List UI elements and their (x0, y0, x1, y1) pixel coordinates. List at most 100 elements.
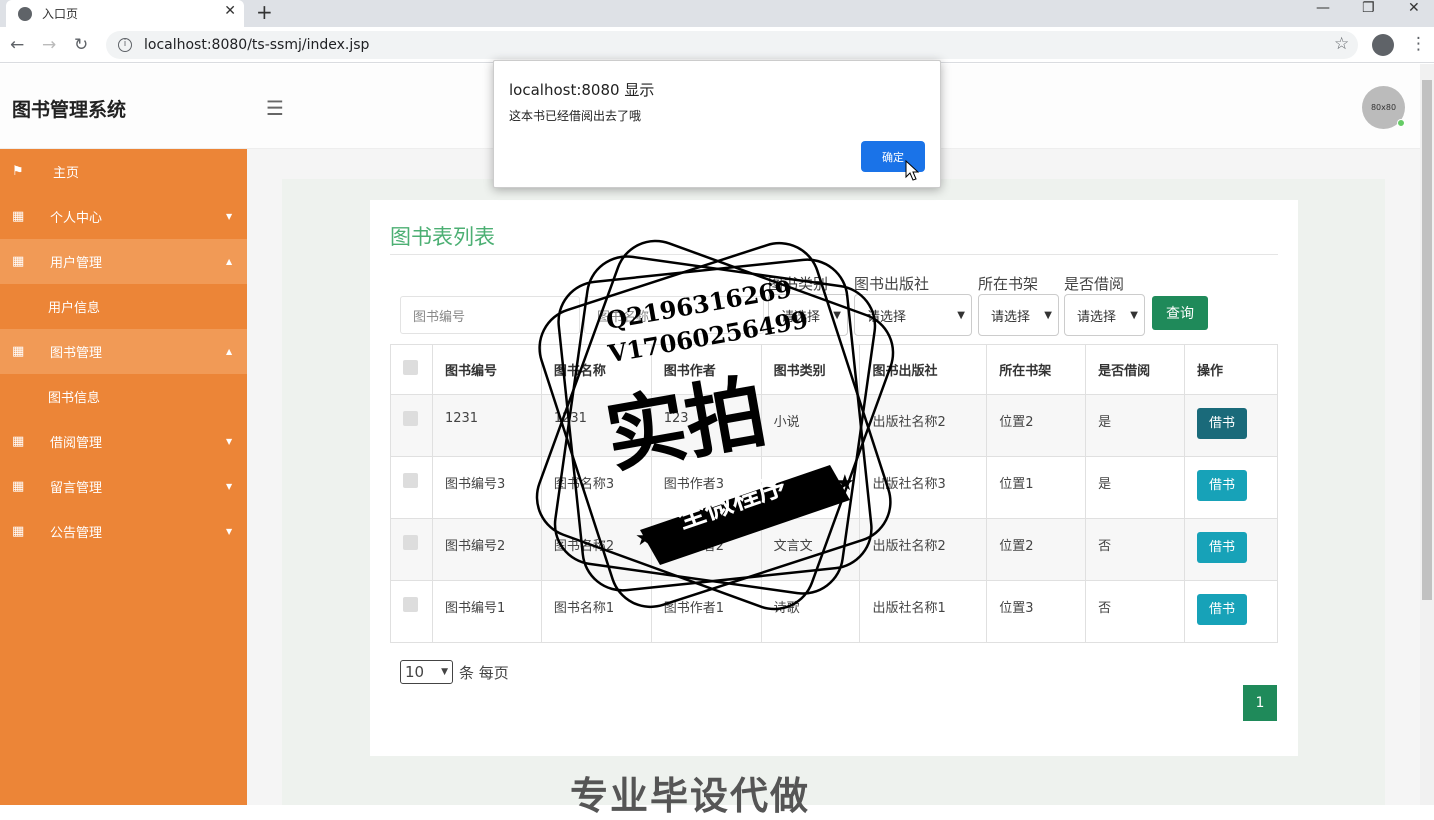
cell-borrowed: 是 (1085, 394, 1185, 457)
sidebar-item-label: 用户管理 (50, 256, 103, 271)
cell-shelf: 位置2 (986, 394, 1087, 457)
row-checkbox[interactable] (403, 411, 418, 426)
select-value: 请选择 (991, 309, 1031, 325)
cell-borrowed: 否 (1085, 580, 1185, 643)
column-header: 是否借阅 (1085, 344, 1185, 395)
cell-borrowed: 是 (1085, 456, 1185, 519)
cell-action: 借书 (1183, 394, 1279, 457)
sidebar-subitem-user-info[interactable]: 用户信息 (0, 284, 247, 329)
sidebar-item-message-management[interactable]: ▦ 留言管理 ▼ (0, 464, 247, 509)
shelf-label: 所在书架 (978, 275, 1039, 293)
sidebar-item-home[interactable]: ⚑ 主页 (0, 149, 247, 194)
sidebar-subitem-book-info[interactable]: 图书信息 (0, 374, 247, 419)
url-field[interactable]: i localhost:8080/ts-ssmj/index.jsp (106, 31, 1358, 59)
account-icon[interactable] (1372, 34, 1394, 56)
cell-borrowed: 否 (1085, 518, 1185, 581)
grid-icon: ▦ (12, 344, 25, 359)
sidebar: ⚑ 主页 ▦ 个人中心 ▼ ▦ 用户管理 ▲ 用户信息 ▦ 图书管理 ▲ 图书信… (0, 149, 247, 805)
info-icon[interactable]: i (118, 38, 132, 52)
caret-down-icon: ▼ (226, 437, 233, 446)
bookmark-star-icon[interactable]: ☆ (1334, 34, 1349, 54)
sidebar-item-label: 图书管理 (50, 346, 103, 361)
per-page-value: 10 (405, 663, 425, 681)
borrow-button[interactable]: 借书 (1196, 408, 1247, 439)
back-icon[interactable]: ← (10, 35, 24, 55)
column-header: 操作 (1183, 344, 1279, 395)
page-title: 图书表列表 (390, 225, 495, 249)
row-select-cell (390, 456, 433, 519)
select-all-checkbox[interactable] (403, 360, 418, 375)
sidebar-item-label: 主页 (53, 166, 80, 181)
sidebar-item-notice-management[interactable]: ▦ 公告管理 ▼ (0, 509, 247, 554)
cell-shelf: 位置3 (986, 580, 1087, 643)
caret-down-icon: ▼ (226, 527, 233, 536)
chevron-down-icon: ▼ (1130, 309, 1138, 321)
borrow-button[interactable]: 借书 (1196, 532, 1247, 563)
per-page-select[interactable]: 10 ▼ (400, 660, 453, 684)
app-title: 图书管理系统 (12, 99, 127, 121)
chevron-down-icon: ▼ (1044, 309, 1052, 321)
grid-icon: ▦ (12, 434, 25, 449)
sidebar-item-borrow-management[interactable]: ▦ 借阅管理 ▼ (0, 419, 247, 464)
close-window-icon[interactable]: ✕ (1408, 0, 1420, 16)
per-page-suffix: 条 每页 (459, 663, 509, 682)
sidebar-item-book-management[interactable]: ▦ 图书管理 ▲ (0, 329, 247, 374)
star-icon: ★ (835, 471, 855, 496)
online-status-dot (1397, 119, 1405, 127)
row-select-cell (390, 394, 433, 457)
row-select-cell (390, 580, 433, 643)
chevron-down-icon: ▼ (441, 667, 448, 677)
sidebar-item-label: 图书信息 (48, 391, 101, 406)
menu-kebab-icon[interactable]: ⋮ (1410, 34, 1427, 54)
select-all-cell (390, 344, 433, 395)
restore-icon[interactable]: ❐ (1362, 0, 1375, 16)
caret-up-icon: ▲ (226, 257, 233, 266)
select-value: 请选择 (1077, 309, 1117, 325)
query-button[interactable]: 查询 (1152, 296, 1208, 330)
sidebar-item-label: 借阅管理 (50, 436, 103, 451)
scrollbar-thumb[interactable] (1422, 80, 1432, 600)
new-tab-icon[interactable]: + (256, 0, 273, 24)
sidebar-item-label: 公告管理 (50, 526, 103, 541)
sidebar-item-label: 留言管理 (50, 481, 103, 496)
cell-action: 借书 (1183, 456, 1279, 519)
dialog-title: localhost:8080 显示 (509, 81, 655, 99)
chevron-down-icon: ▼ (957, 309, 965, 321)
sidebar-item-label: 用户信息 (48, 301, 101, 316)
borrow-button[interactable]: 借书 (1196, 470, 1247, 501)
cell-action: 借书 (1183, 580, 1279, 643)
star-icon: ★ (635, 526, 655, 551)
url-text: localhost:8080/ts-ssmj/index.jsp (144, 37, 370, 53)
row-checkbox[interactable] (403, 473, 418, 488)
borrowed-select[interactable]: 请选择 ▼ (1064, 294, 1145, 336)
row-checkbox[interactable] (403, 597, 418, 612)
row-select-cell (390, 518, 433, 581)
per-page-control: 10 ▼ 条 每页 (400, 660, 509, 684)
browser-tab-bar: 入口页 ✕ + — ❐ ✕ (0, 0, 1434, 27)
sidebar-item-label: 个人中心 (50, 211, 103, 226)
close-tab-icon[interactable]: ✕ (224, 3, 236, 19)
hamburger-icon[interactable]: ☰ (266, 96, 284, 120)
flag-icon: ⚑ (12, 164, 24, 179)
grid-icon: ▦ (12, 479, 25, 494)
row-checkbox[interactable] (403, 535, 418, 550)
page-button-current[interactable]: 1 (1243, 685, 1277, 721)
minimize-icon[interactable]: — (1316, 0, 1330, 16)
sidebar-item-personal-center[interactable]: ▦ 个人中心 ▼ (0, 194, 247, 239)
forward-icon[interactable]: → (42, 35, 56, 55)
tab-title: 入口页 (42, 7, 79, 21)
caret-down-icon: ▼ (226, 212, 233, 221)
browser-tab[interactable]: 入口页 ✕ (6, 0, 244, 27)
reload-icon[interactable]: ↻ (74, 35, 88, 55)
cell-shelf: 位置2 (986, 518, 1087, 581)
column-header: 所在书架 (986, 344, 1087, 395)
caret-down-icon: ▼ (226, 482, 233, 491)
grid-icon: ▦ (12, 254, 25, 269)
shelf-select[interactable]: 请选择 ▼ (978, 294, 1059, 336)
watermark-bottom: 专业毕设代做 (570, 774, 811, 818)
caret-up-icon: ▲ (226, 347, 233, 356)
borrow-button[interactable]: 借书 (1196, 594, 1247, 625)
cell-shelf: 位置1 (986, 456, 1087, 519)
dialog-message: 这本书已经借阅出去了哦 (509, 109, 642, 123)
sidebar-item-user-management[interactable]: ▦ 用户管理 ▲ (0, 239, 247, 284)
